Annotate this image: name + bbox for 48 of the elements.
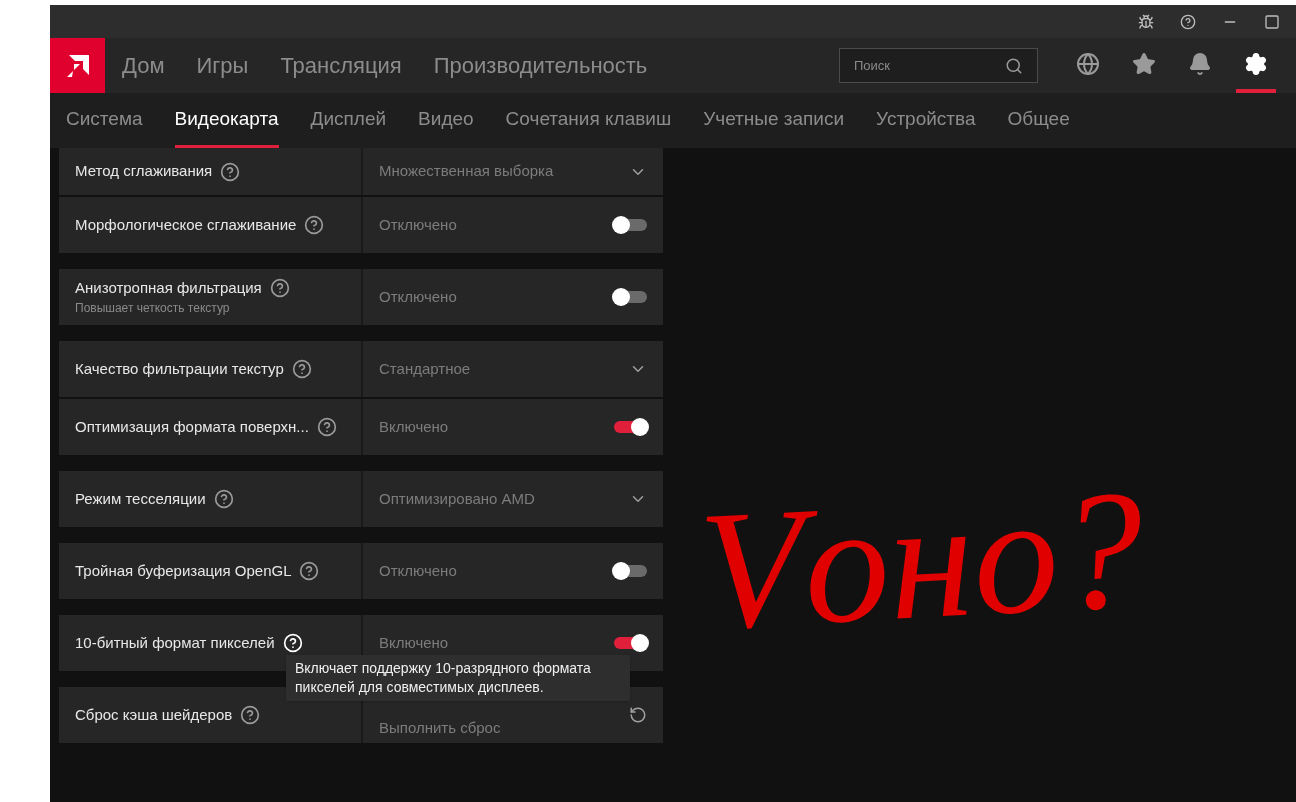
toggle-switch[interactable] — [614, 291, 647, 303]
setting-value: Включено — [379, 416, 449, 437]
setting-label: Оптимизация формата поверхн... — [75, 416, 309, 437]
setting-label: Качество фильтрации текстур — [75, 358, 284, 379]
tab[interactable]: Видео — [418, 93, 474, 148]
search-field[interactable]: Поиск — [854, 55, 1005, 76]
setting-label: Морфологическое сглаживание — [75, 214, 297, 235]
tab[interactable]: Общее — [1007, 93, 1070, 148]
toggle-switch[interactable] — [614, 219, 647, 231]
setting-value: Отключено — [379, 286, 457, 307]
setting-label: Сброс кэша шейдеров — [75, 704, 233, 725]
reset-icon[interactable] — [629, 706, 647, 724]
star-icon[interactable] — [1132, 51, 1156, 76]
setting-label: Метод сглаживания — [75, 161, 213, 182]
toggle-switch[interactable] — [614, 637, 647, 649]
setting-value: Стандартное — [379, 358, 471, 379]
help-icon[interactable] — [1180, 13, 1196, 30]
tab[interactable]: Сочетания клавиш — [505, 93, 672, 148]
bug-icon[interactable] — [1138, 13, 1154, 30]
logo-icon[interactable] — [50, 38, 105, 93]
setting-value: Отключено — [379, 560, 457, 581]
tab[interactable]: Система — [66, 93, 143, 148]
bell-icon[interactable] — [1188, 51, 1212, 76]
tab[interactable]: Дисплей — [310, 93, 387, 148]
setting-label: Режим тесселяции — [75, 488, 206, 509]
maximize-icon[interactable] — [1264, 13, 1280, 30]
search-icon[interactable] — [1005, 56, 1023, 75]
nav-item[interactable]: Производительность — [433, 49, 648, 82]
globe-icon[interactable] — [1076, 51, 1100, 76]
setting-label: 10-битный формат пикселей — [75, 632, 275, 653]
setting-description: Повышает четкость текстур — [75, 300, 231, 318]
setting-value: Отключено — [379, 214, 457, 235]
handwritten-annotation: Vоно? — [695, 463, 1148, 657]
search-box[interactable]: Поиск — [839, 48, 1038, 83]
setting-value: Включено — [379, 632, 449, 653]
setting-label: Тройная буферизация OpenGL — [75, 560, 292, 581]
setting-value: Оптимизировано AMD — [379, 488, 535, 509]
nav-item[interactable]: Игры — [196, 49, 249, 82]
toggle-switch[interactable] — [614, 421, 647, 433]
tooltip: Включает поддержку 10-разрядного формата пикселей для совместимых дисплеев. — [286, 655, 630, 701]
toggle-switch[interactable] — [614, 565, 647, 577]
setting-value: Множественная выборка — [379, 161, 554, 182]
nav-item[interactable]: Трансляция — [280, 49, 402, 82]
tab[interactable]: Устройства — [876, 93, 976, 148]
tab[interactable]: Учетные записи — [703, 93, 845, 148]
setting-label: Анизотропная фильтрация — [75, 277, 262, 298]
nav-item[interactable]: Дом — [122, 49, 165, 82]
setting-value: Выполнить сброс — [379, 717, 501, 738]
